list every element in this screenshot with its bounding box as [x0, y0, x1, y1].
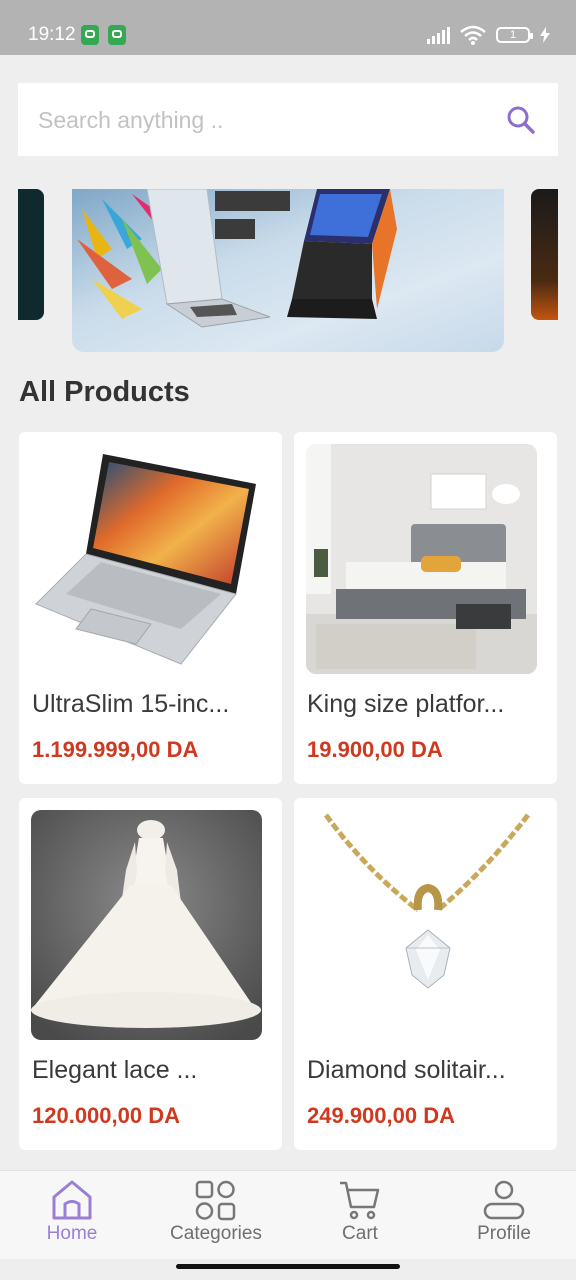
search-icon[interactable]	[506, 105, 536, 135]
product-name: Elegant lace ...	[32, 1056, 198, 1084]
section-title: All Products	[19, 376, 190, 408]
product-price: 249.900,00 DA	[307, 1103, 455, 1128]
product-price: 120.000,00 DA	[32, 1103, 180, 1128]
search-bar[interactable]	[18, 83, 558, 158]
nav-profile-label: Profile	[477, 1223, 531, 1244]
product-name: King size platfor...	[307, 690, 505, 718]
search-input[interactable]	[36, 83, 480, 158]
product-card[interactable]: UltraSlim 15-inc... 1.199.999,00 DA	[19, 432, 282, 784]
product-price: 1.199.999,00 DA	[32, 737, 199, 762]
nav-cart[interactable]: Cart	[288, 1171, 432, 1259]
categories-icon	[195, 1180, 236, 1221]
product-card[interactable]: Elegant lace ... 120.000,00 DA	[19, 798, 282, 1150]
carousel-next-banner[interactable]	[531, 189, 558, 320]
nav-categories[interactable]: Categories	[144, 1171, 288, 1259]
home-icon	[52, 1180, 92, 1220]
banner-laptops-image	[77, 189, 397, 328]
wifi-icon	[460, 25, 486, 45]
product-price: 19.900,00 DA	[307, 737, 443, 762]
battery-icon: 1	[496, 27, 533, 43]
product-name: UltraSlim 15-inc...	[32, 690, 230, 718]
product-image-laptop	[31, 444, 262, 674]
profile-icon	[483, 1180, 525, 1220]
signal-icon	[427, 26, 450, 44]
nav-profile[interactable]: Profile	[432, 1171, 576, 1259]
nav-categories-label: Categories	[170, 1223, 262, 1244]
promo-banner-laptops[interactable]	[72, 189, 504, 352]
charging-icon	[540, 27, 550, 43]
bottom-navigation: Home Categories Cart Profile	[0, 1170, 576, 1259]
status-bar: 19:12 1	[0, 0, 576, 55]
product-card[interactable]: Diamond solitair... 249.900,00 DA	[294, 798, 557, 1150]
product-name: Diamond solitair...	[307, 1056, 506, 1084]
status-time: 19:12	[28, 24, 76, 45]
android-notification-icon	[108, 25, 126, 45]
nav-cart-label: Cart	[342, 1223, 378, 1244]
cart-icon	[340, 1181, 380, 1220]
carousel-prev-banner[interactable]	[18, 189, 44, 320]
product-card[interactable]: King size platfor... 19.900,00 DA	[294, 432, 557, 784]
product-image-diamond-pendant	[306, 810, 537, 1040]
nav-home-label: Home	[46, 1223, 98, 1244]
android-notification-icon	[81, 25, 99, 45]
home-indicator[interactable]	[176, 1264, 400, 1269]
battery-level: 1	[509, 29, 517, 41]
product-image-bed	[306, 444, 537, 674]
product-image-wedding-dress	[31, 810, 262, 1040]
nav-home[interactable]: Home	[0, 1171, 144, 1259]
